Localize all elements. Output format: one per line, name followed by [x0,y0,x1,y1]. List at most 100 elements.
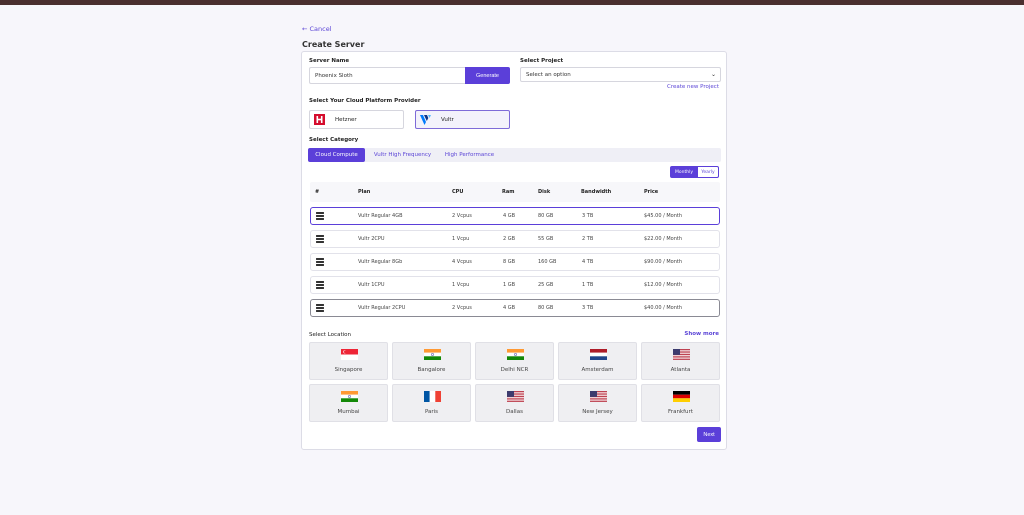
server-name-input[interactable] [309,67,466,84]
plan-bandwidth: 4 TB [582,259,594,265]
plan-name: Vultr Regular 4GB [358,213,403,219]
plan-disk: 80 GB [538,305,554,311]
table-row[interactable]: Vultr 2CPU 1 Vcpu 2 GB 55 GB 2 TB $22.00… [310,230,720,248]
plan-cpu: 4 Vcpus [452,259,472,265]
table-row[interactable]: Vultr Regular 8Gb 4 Vcpus 8 GB 160 GB 4 … [310,253,720,271]
category-tabs: Cloud Compute Vultr High Frequency High … [308,148,721,162]
project-label: Select Project [520,58,564,64]
plans-table-header: # Plan CPU Ram Disk Bandwidth Price [310,182,720,202]
plan-cpu: 2 Vcpus [452,305,472,311]
plan-ram: 2 GB [503,236,516,242]
location-new-jersey[interactable]: New Jersey [558,384,637,422]
server-name-label: Server Name [309,58,350,64]
india-flag-icon [424,349,441,360]
column-header: Bandwidth [581,189,612,195]
server-icon [316,212,324,220]
france-flag-icon [424,391,441,402]
plan-price: $45.00 / Month [644,213,683,219]
location-delhi-ncr[interactable]: Delhi NCR [475,342,554,380]
table-row[interactable]: Vultr 1CPU 1 Vcpu 1 GB 25 GB 1 TB $12.00… [310,276,720,294]
billing-yearly-toggle[interactable]: Yearly [697,166,719,178]
location-name: Bangalore [417,367,446,373]
category-label: Select Category [309,137,359,143]
column-header: Plan [358,189,371,195]
provider-name: Vultr [441,116,454,123]
location-name: Atlanta [670,367,691,373]
create-server-card: Server Name Generate Select Project Sele… [301,51,727,450]
location-label: Select Location [309,332,351,338]
plan-disk: 160 GB [538,259,557,265]
location-dallas[interactable]: Dallas [475,384,554,422]
usa-flag-icon [507,391,524,402]
generate-button[interactable]: Generate [465,67,510,84]
singapore-flag-icon [341,349,358,360]
server-icon [316,235,324,243]
project-select-value: Select an option [526,71,571,78]
location-amsterdam[interactable]: Amsterdam [558,342,637,380]
cancel-link[interactable]: ← Cancel [302,25,332,33]
provider-vultr[interactable]: Vultr [415,110,510,129]
location-frankfurt[interactable]: Frankfurt [641,384,720,422]
location-singapore[interactable]: Singapore [309,342,388,380]
show-more-link[interactable]: Show more [684,331,719,337]
plan-cpu: 1 Vcpu [452,236,470,242]
location-name: Delhi NCR [500,367,529,373]
chevron-down-icon: ⌄ [710,71,716,78]
billing-monthly-toggle[interactable]: Monthly [670,166,698,178]
plan-price: $22.00 / Month [644,236,683,242]
column-header: Ram [502,189,515,195]
plan-bandwidth: 3 TB [582,213,594,219]
table-row[interactable]: Vultr Regular 4GB 2 Vcpus 4 GB 80 GB 3 T… [310,207,720,225]
usa-flag-icon [590,391,607,402]
location-mumbai[interactable]: Mumbai [309,384,388,422]
plan-disk: 25 GB [538,282,554,288]
plan-cpu: 1 Vcpu [452,282,470,288]
top-bar [0,0,1024,5]
tab-vultr-high-frequency[interactable]: Vultr High Frequency [370,148,435,162]
table-row[interactable]: Vultr Regular 2CPU 2 Vcpus 4 GB 80 GB 3 … [310,299,720,317]
location-name: Paris [424,409,439,415]
column-header: CPU [452,189,464,195]
plan-ram: 1 GB [503,282,516,288]
germany-flag-icon [673,391,690,402]
provider-name: Hetzner [335,116,357,123]
create-project-link[interactable]: Create new Project [667,84,719,90]
plan-cpu: 2 Vcpus [452,213,472,219]
plan-ram: 4 GB [503,305,516,311]
location-name: Amsterdam [581,367,614,373]
location-atlanta[interactable]: Atlanta [641,342,720,380]
india-flag-icon [341,391,358,402]
vultr-logo-icon [420,114,431,125]
usa-flag-icon [673,349,690,360]
plan-disk: 55 GB [538,236,554,242]
plan-price: $90.00 / Month [644,259,683,265]
provider-hetzner[interactable]: Hetzner [309,110,404,129]
plan-price: $12.00 / Month [644,282,683,288]
hetzner-logo-icon [314,114,325,125]
plan-name: Vultr Regular 8Gb [358,259,403,265]
tab-high-performance[interactable]: High Performance [441,148,498,162]
plan-bandwidth: 3 TB [582,305,594,311]
plan-name: Vultr 2CPU [358,236,385,242]
plan-name: Vultr Regular 2CPU [358,305,406,311]
plan-bandwidth: 1 TB [582,282,594,288]
tab-cloud-compute[interactable]: Cloud Compute [308,148,365,162]
location-name: Dallas [506,409,523,415]
project-select[interactable]: Select an option ⌄ [520,67,721,82]
column-header: Disk [538,189,551,195]
server-icon [316,304,324,312]
plan-bandwidth: 2 TB [582,236,594,242]
column-header: # [315,189,320,195]
location-name: New Jersey [582,409,613,415]
india-flag-icon [507,349,524,360]
next-button[interactable]: Next [697,427,721,442]
server-icon [316,258,324,266]
plan-ram: 4 GB [503,213,516,219]
column-header: Price [644,189,659,195]
server-icon [316,281,324,289]
location-paris[interactable]: Paris [392,384,471,422]
location-name: Frankfurt [668,409,693,415]
plan-price: $40.00 / Month [644,305,683,311]
location-bangalore[interactable]: Bangalore [392,342,471,380]
plan-disk: 80 GB [538,213,554,219]
